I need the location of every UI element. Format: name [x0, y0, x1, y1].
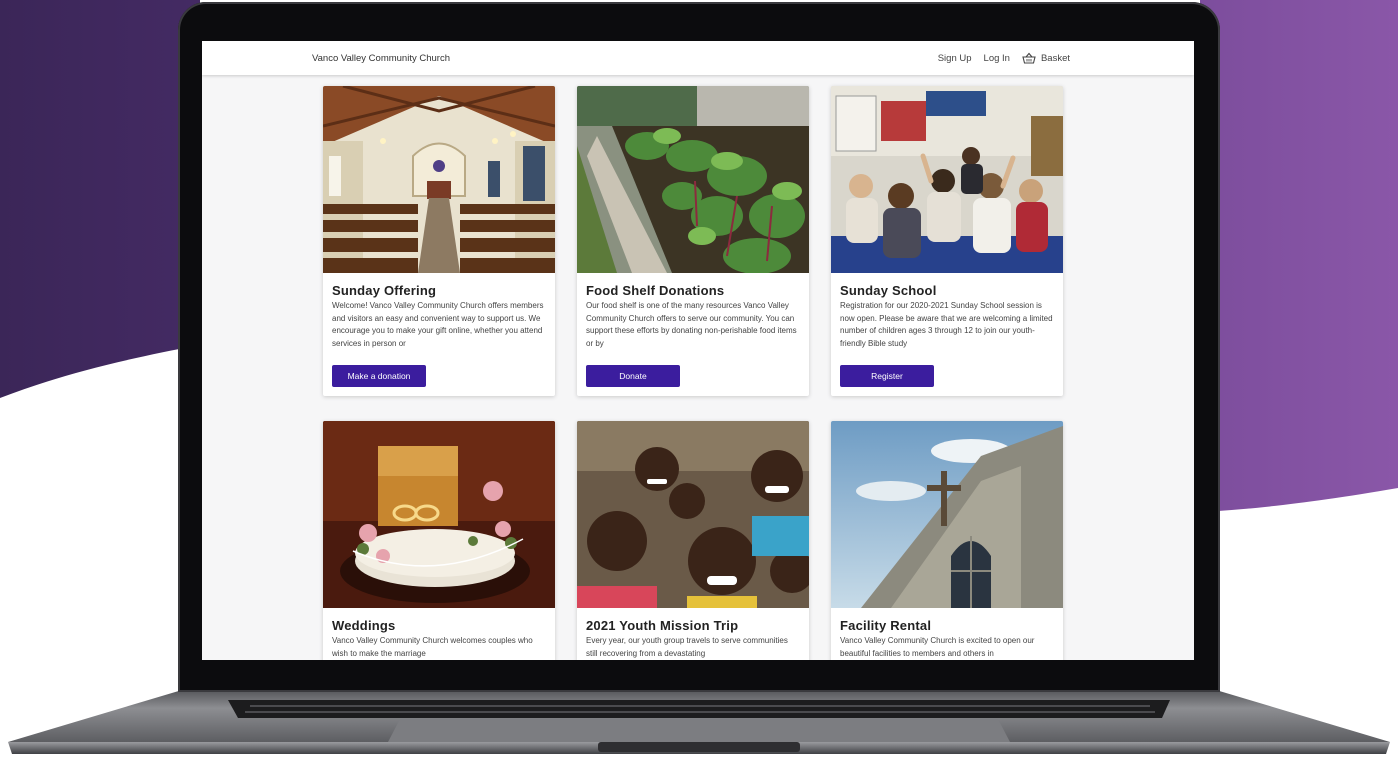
- classroom-children-photo: [831, 86, 1063, 273]
- log-in-link[interactable]: Log In: [984, 53, 1010, 64]
- site-brand[interactable]: Vanco Valley Community Church: [312, 53, 450, 64]
- card-description: Welcome! Vanco Valley Community Church o…: [332, 301, 544, 348]
- basket-link[interactable]: Basket: [1022, 52, 1070, 64]
- card-sunday-school: Sunday School Registration for our 2020-…: [831, 86, 1063, 396]
- card-title: Facility Rental: [840, 618, 932, 633]
- card-facility-rental: Facility Rental Vanco Valley Community C…: [831, 421, 1063, 660]
- card-description: Registration for our 2020-2021 Sunday Sc…: [840, 301, 1053, 348]
- church-exterior-cross-photo: [831, 421, 1063, 608]
- card-description: Vanco Valley Community Church is excited…: [840, 636, 1035, 658]
- register-button[interactable]: Register: [840, 365, 934, 387]
- card-description: Our food shelf is one of the many resour…: [586, 301, 797, 348]
- browser-screen: Vanco Valley Community Church Sign Up Lo…: [202, 41, 1194, 660]
- card-title: Sunday Offering: [332, 283, 437, 298]
- make-donation-button[interactable]: Make a donation: [332, 365, 426, 387]
- basket-label: Basket: [1040, 52, 1070, 64]
- basket-icon: [1022, 52, 1036, 64]
- card-title: 2021 Youth Mission Trip: [586, 618, 739, 633]
- wedding-rings-photo: [323, 421, 555, 608]
- card-description: Every year, our youth group travels to s…: [586, 636, 788, 658]
- nav-links: Sign Up Log In Basket: [938, 52, 1070, 64]
- card-title: Sunday School: [840, 283, 937, 298]
- church-interior-photo: [323, 86, 555, 273]
- garden-bed-photo: [577, 86, 809, 273]
- sign-up-link[interactable]: Sign Up: [938, 53, 972, 64]
- donate-button[interactable]: Donate: [586, 365, 680, 387]
- card-weddings: Weddings Vanco Valley Community Church w…: [323, 421, 555, 660]
- card-description: Vanco Valley Community Church welcomes c…: [332, 636, 533, 658]
- smiling-children-photo: [577, 421, 809, 608]
- card-title: Weddings: [332, 618, 396, 633]
- navbar: Vanco Valley Community Church Sign Up Lo…: [202, 41, 1194, 75]
- card-sunday-offering: Sunday Offering Welcome! Vanco Valley Co…: [323, 86, 555, 396]
- card-food-shelf-donations: Food Shelf Donations Our food shelf is o…: [577, 86, 809, 396]
- card-youth-mission-trip: 2021 Youth Mission Trip Every year, our …: [577, 421, 809, 660]
- card-title: Food Shelf Donations: [586, 283, 725, 298]
